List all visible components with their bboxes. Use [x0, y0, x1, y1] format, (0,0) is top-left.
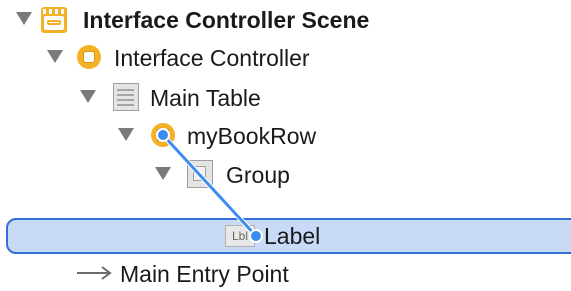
disclosure-triangle-icon[interactable] [155, 167, 171, 180]
outline-row-main-table[interactable]: Main Table [0, 80, 571, 116]
outline-row-group[interactable]: Group [0, 157, 571, 193]
group-icon [187, 160, 213, 188]
disclosure-triangle-icon[interactable] [16, 12, 32, 25]
outline-item-label: Interface Controller [114, 45, 310, 71]
outline-item-label: Group [226, 162, 290, 188]
outline-row-label[interactable]: Lbl Label [0, 218, 571, 254]
outline-row-main-entry-point[interactable]: Main Entry Point [0, 256, 571, 291]
disclosure-triangle-icon[interactable] [118, 128, 134, 141]
document-outline: Interface Controller Scene Interface Con… [0, 0, 571, 291]
outline-item-label: Label [264, 223, 321, 249]
entry-arrow-icon [77, 266, 112, 280]
outline-item-label: myBookRow [187, 123, 317, 149]
storyboard-scene-icon [41, 7, 67, 33]
disclosure-triangle-icon[interactable] [47, 50, 63, 63]
label-icon: Lbl [225, 225, 255, 247]
outline-item-label: Interface Controller Scene [83, 7, 370, 33]
interface-controller-icon [77, 45, 101, 69]
outline-row-interface-controller[interactable]: Interface Controller [0, 40, 571, 76]
outline-row-scene[interactable]: Interface Controller Scene [0, 2, 571, 38]
outline-item-label: Main Entry Point [120, 261, 289, 287]
outline-item-label: Main Table [150, 85, 261, 111]
table-icon [113, 83, 139, 111]
row-controller-icon [151, 123, 175, 147]
outline-row-mybookrow[interactable]: myBookRow [0, 118, 571, 154]
disclosure-triangle-icon[interactable] [80, 90, 96, 103]
